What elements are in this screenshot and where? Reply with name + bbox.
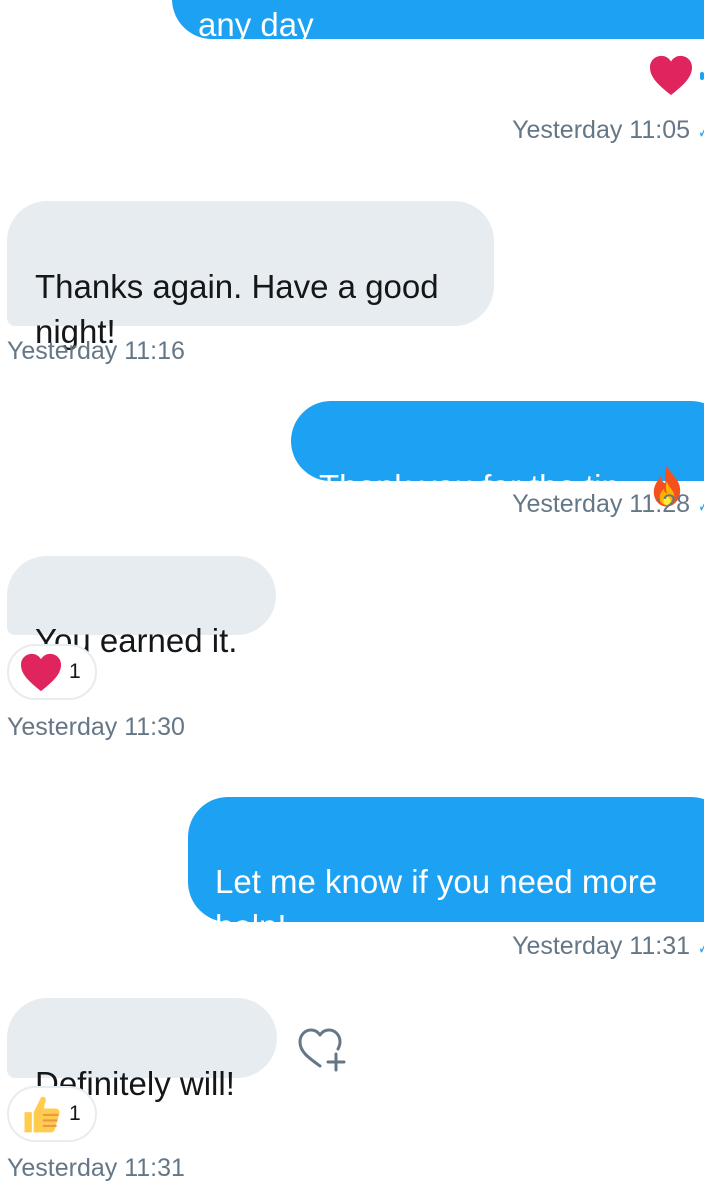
timestamp: Yesterday 11:31 [512, 932, 690, 960]
heart-reaction-icon[interactable] [648, 54, 694, 96]
read-receipt-icon: ✓ [698, 122, 704, 143]
reaction-pill[interactable]: 1 [7, 1086, 97, 1142]
timestamp: Yesterday 11:16 [7, 337, 185, 365]
read-receipt-icon: ✓ [698, 496, 704, 517]
reaction-count: 1 [69, 1102, 81, 1125]
reaction-count: 1 [69, 660, 81, 683]
heart-icon [19, 652, 63, 692]
message-bubble-outgoing[interactable]: any day [172, 0, 704, 41]
message-bubble-outgoing[interactable]: Thank you for the tip [291, 401, 704, 507]
timestamp: Yesterday 11:30 [7, 713, 185, 741]
read-receipt-icon: ✓ [698, 938, 704, 959]
timestamp: Yesterday 11:31 [7, 1154, 185, 1182]
add-reaction-icon[interactable] [296, 1024, 348, 1074]
timestamp: Yesterday 11:05 [512, 116, 690, 144]
message-bubble-incoming[interactable]: You earned it. [7, 556, 276, 659]
fire-icon [649, 419, 685, 507]
message-text: any day [198, 6, 314, 43]
message-bubble-incoming[interactable]: Definitely will! [7, 998, 277, 1102]
reaction-pill[interactable]: 1 [7, 644, 97, 700]
message-bubble-outgoing[interactable]: Let me know if you need more help! [188, 797, 704, 945]
timestamp: Yesterday 11:28 [512, 490, 690, 518]
thumbs-up-icon [19, 1092, 63, 1136]
reaction-menu-dot [700, 72, 704, 80]
message-bubble-incoming[interactable]: Thanks again. Have a good night! [7, 201, 494, 350]
